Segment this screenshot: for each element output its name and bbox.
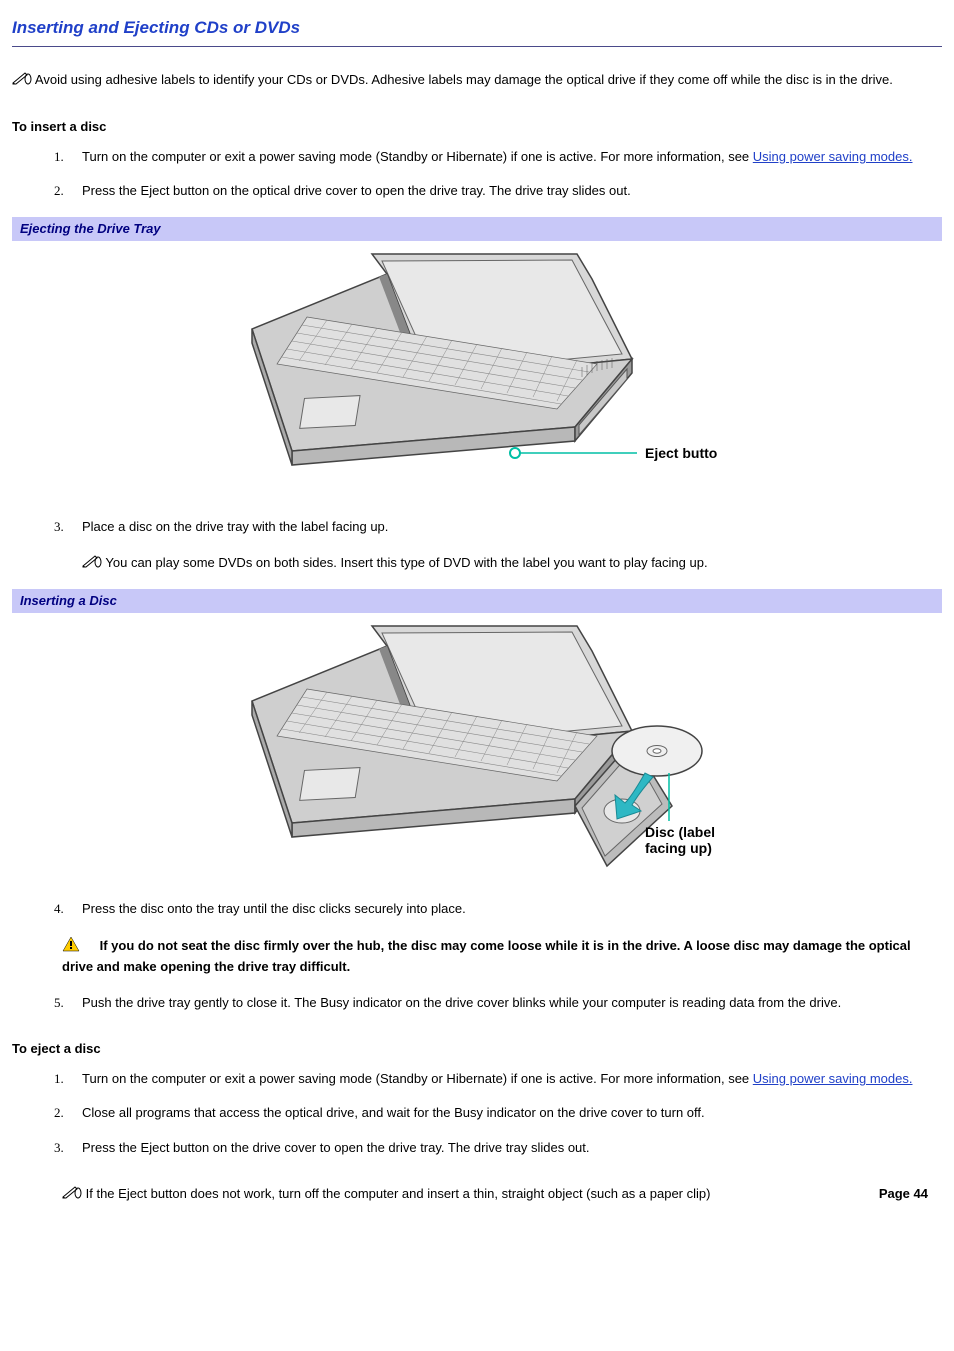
page-number: Page 44 (879, 1185, 928, 1203)
eject-step3-note-text: If the Eject button does not work, turn … (86, 1186, 711, 1201)
insert-steps-list: Turn on the computer or exit a power sav… (12, 148, 942, 200)
intro-note: Avoid using adhesive labels to identify … (12, 71, 942, 90)
step3-eject-note: If the Eject button does not work, turn … (62, 1185, 942, 1204)
power-saving-link-2[interactable]: Using power saving modes. (753, 1071, 913, 1086)
title-underline (12, 46, 942, 47)
insert-steps-list-cont: Place a disc on the drive tray with the … (12, 518, 942, 573)
figure2-caption: Inserting a Disc (12, 589, 942, 613)
intro-note-text: Avoid using adhesive labels to identify … (35, 72, 893, 87)
insert-step-4: Press the disc onto the tray until the d… (12, 900, 942, 976)
warning-triangle-icon (62, 936, 80, 957)
eject-steps-list: Turn on the computer or exit a power sav… (12, 1070, 942, 1204)
step3-note: You can play some DVDs on both sides. In… (82, 554, 942, 573)
insert-step-1-text: Turn on the computer or exit a power sav… (82, 149, 753, 164)
insert-step-3-text: Place a disc on the drive tray with the … (82, 519, 388, 534)
insert-step-4-text: Press the disc onto the tray until the d… (82, 901, 466, 916)
eject-step-2: Close all programs that access the optic… (12, 1104, 942, 1122)
power-saving-link-1[interactable]: Using power saving modes. (753, 149, 913, 164)
eject-step-3: Press the Eject button on the drive cove… (12, 1139, 942, 1204)
step3-note-text: You can play some DVDs on both sides. In… (105, 555, 707, 570)
step4-warning-text: If you do not seat the disc firmly over … (62, 939, 911, 974)
insert-step-1: Turn on the computer or exit a power sav… (12, 148, 942, 166)
insert-heading: To insert a disc (12, 118, 942, 136)
insert-steps-list-cont2: Press the disc onto the tray until the d… (12, 900, 942, 1012)
eject-step-3-text: Press the Eject button on the drive cove… (82, 1140, 590, 1155)
note-pencil-icon (82, 554, 102, 573)
eject-heading: To eject a disc (12, 1040, 942, 1058)
fig2-label-line1: Disc (label (645, 824, 715, 840)
insert-step-5: Push the drive tray gently to close it. … (12, 994, 942, 1012)
fig2-label-line2: facing up) (645, 840, 712, 856)
note-pencil-icon (12, 71, 32, 90)
page-title: Inserting and Ejecting CDs or DVDs (12, 16, 942, 42)
eject-step-1-text: Turn on the computer or exit a power sav… (82, 1071, 753, 1086)
note-pencil-icon (62, 1185, 82, 1204)
figure1-caption: Ejecting the Drive Tray (12, 217, 942, 241)
figure2: Disc (label facing up) (12, 621, 942, 876)
figure1: Eject button (12, 249, 942, 494)
insert-step-3: Place a disc on the drive tray with the … (12, 518, 942, 573)
fig1-label: Eject button (645, 445, 717, 461)
eject-step-1: Turn on the computer or exit a power sav… (12, 1070, 942, 1088)
insert-step-2: Press the Eject button on the optical dr… (12, 182, 942, 200)
step4-warning: If you do not seat the disc firmly over … (62, 936, 942, 975)
